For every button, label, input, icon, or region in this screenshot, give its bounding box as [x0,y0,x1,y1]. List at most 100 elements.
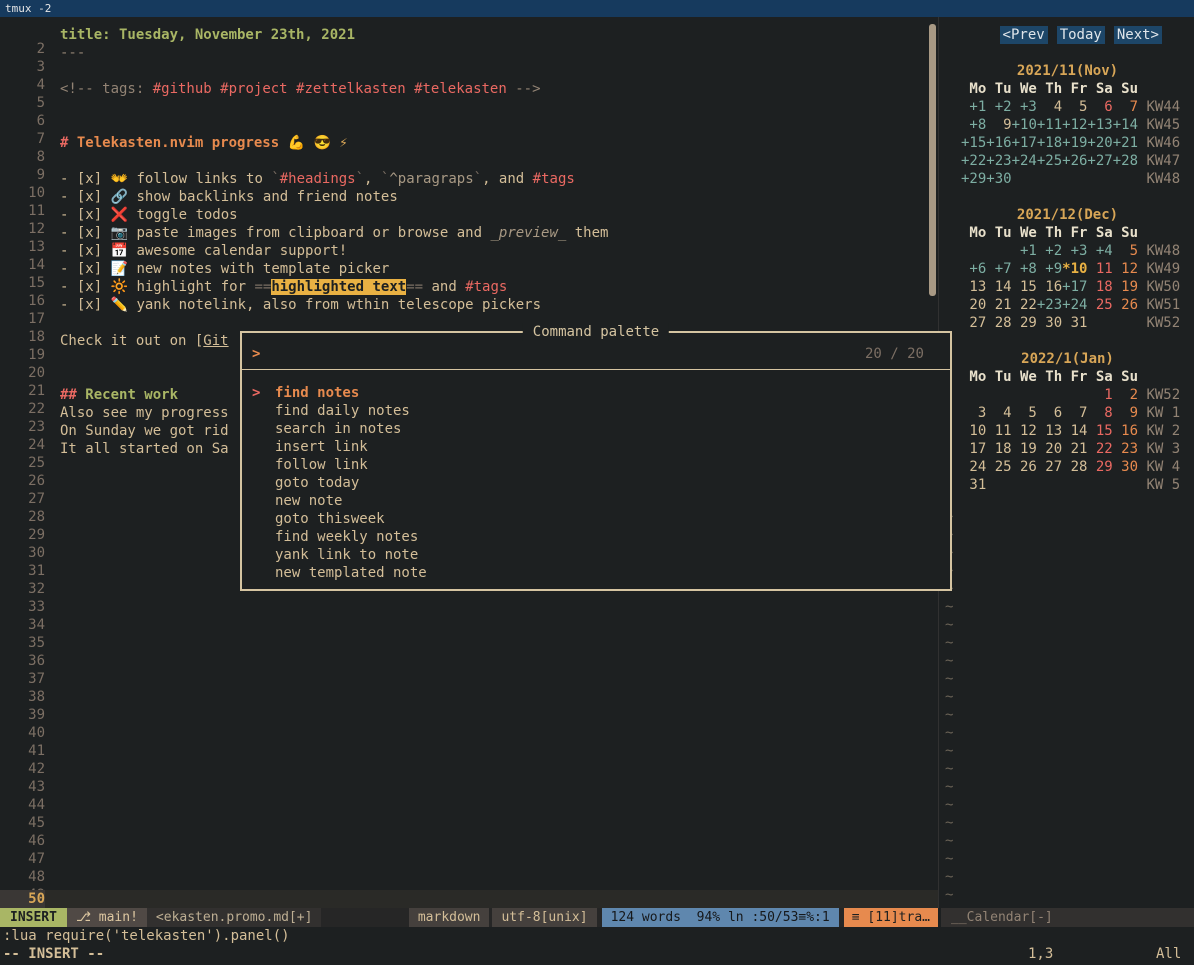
cal-days[interactable]: 19 [1113,279,1138,295]
calendar-prev-button[interactable]: <Prev [1000,26,1048,44]
editor-line[interactable]: <!-- tags: #github #project #zettelkaste… [60,80,541,98]
cal-days[interactable]: +6 +7 +8 +9 [961,261,1062,277]
cal-days[interactable]: 7 [1113,99,1138,115]
cal-days[interactable]: 24 25 26 27 28 [961,459,1087,475]
cal-days[interactable]: 17 18 19 20 21 [961,441,1087,457]
editor-line[interactable]: - [x] 📅 awesome calendar support! [60,242,347,260]
buffer-indicator[interactable]: ≡ [11]tra… [844,908,938,927]
tag[interactable]: #project [220,81,287,97]
editor-line[interactable]: - [x] 📷 paste images from clipboard or b… [60,224,608,242]
cal-days[interactable]: 5 [1113,243,1138,259]
editor-line[interactable]: - [x] ❌ toggle todos [60,206,238,224]
cal-days[interactable]: +1 +2 +3 +4 [961,243,1113,259]
cal-days[interactable]: 9 [1113,405,1138,421]
editor-line[interactable]: It all started on Sa [60,440,229,458]
calendar-week-row[interactable]: 17 18 19 20 21 22 23 KW 3 [941,440,1194,458]
cal-days[interactable]: 30 [1113,459,1138,475]
palette-item-selected[interactable]: >find notes [250,384,942,402]
cal-days[interactable]: 18 [1087,279,1112,295]
calendar-week-row[interactable]: 10 11 12 13 14 15 16 KW 2 [941,422,1194,440]
calendar-week-row[interactable]: +6 +7 +8 +9*10 11 12 KW49 [941,260,1194,278]
link-git[interactable]: Git [203,333,228,349]
cal-days[interactable]: 2 [1113,387,1138,403]
calendar-week-row[interactable]: +15+16+17+18+19+20+21 KW46 [941,134,1194,152]
calendar-week-row[interactable]: 1 2 KW52 [941,386,1194,404]
cal-days[interactable]: +10+11+12+13+14 [1012,117,1138,133]
cal-days[interactable]: +29+30 [961,171,1012,187]
cal-days[interactable]: 31 [961,477,986,493]
calendar-week-row[interactable]: +29+30 KW48 [941,170,1194,188]
palette-item[interactable]: find daily notes [250,402,942,420]
tag[interactable]: #github [153,81,212,97]
editor-line[interactable]: - [x] ✏️ yank notelink, also from wthin … [60,296,541,314]
cal-days[interactable]: 1 [961,387,1113,403]
tag[interactable]: #tags [533,171,575,187]
cal-days[interactable]: 13 14 15 16 [961,279,1062,295]
editor-line[interactable]: - [x] 🔗 show backlinks and friend notes [60,188,398,206]
palette-prompt-input[interactable]: > 20 / 20 [252,345,924,363]
cal-days[interactable]: +22+23+24+25+26+27+28 [961,153,1138,169]
cal-days[interactable]: 12 [1113,261,1138,277]
calendar-week-row[interactable]: +1 +2 +3 +4 5 KW48 [941,242,1194,260]
cal-days[interactable]: +23+24 [1037,297,1088,313]
calendar-week-row[interactable]: 20 21 22+23+24 25 26 KW51 [941,296,1194,314]
cal-days[interactable]: 3 4 5 6 7 [961,405,1087,421]
editor-line[interactable]: - [x] 🔆 highlight for ==highlighted text… [60,278,507,296]
editor-line[interactable]: On Sunday we got rid [60,422,229,440]
calendar-week-row[interactable]: +22+23+24+25+26+27+28 KW47 [941,152,1194,170]
cal-days[interactable]: 26 [1113,297,1138,313]
cal-days[interactable]: 9 [986,117,1011,133]
palette-item[interactable]: new templated note [250,564,942,582]
palette-item[interactable]: new note [250,492,942,510]
cal-days[interactable]: 27 28 29 30 31 [961,315,1087,331]
calendar-week-row[interactable]: 31 KW 5 [941,476,1194,494]
editor-line[interactable]: - [x] 📝 new notes with template picker [60,260,389,278]
palette-item[interactable]: goto today [250,474,942,492]
palette-item[interactable]: find weekly notes [250,528,942,546]
calendar-week-row[interactable]: +1 +2 +3 4 5 6 7 KW44 [941,98,1194,116]
calendar-next-button[interactable]: Next> [1114,26,1162,44]
editor-line[interactable]: --- [60,44,85,62]
editor-line[interactable]: title: Tuesday, November 23th, 2021 [60,26,355,44]
cal-days[interactable]: +15+16+17+18+19+20+21 [961,135,1138,151]
cal-days[interactable]: 15 [1087,423,1112,439]
calendar-week-row[interactable]: 13 14 15 16+17 18 19 KW50 [941,278,1194,296]
calendar-week-row[interactable]: 27 28 29 30 31 KW52 [941,314,1194,332]
tag[interactable]: #headings [280,171,356,187]
cal-days[interactable]: 8 [1087,405,1112,421]
palette-item[interactable]: search in notes [250,420,942,438]
cal-days[interactable]: 16 [1113,423,1138,439]
cal-days[interactable]: 22 [1087,441,1112,457]
cal-days[interactable]: +17 [1062,279,1087,295]
palette-item[interactable]: yank link to note [250,546,942,564]
cal-days[interactable]: 11 [1087,261,1112,277]
calendar-week-row[interactable]: +8 9+10+11+12+13+14 KW45 [941,116,1194,134]
cal-days[interactable]: 23 [1113,441,1138,457]
calendar-week-row[interactable]: 3 4 5 6 7 8 9 KW 1 [941,404,1194,422]
cal-days[interactable]: 20 21 22 [961,297,1037,313]
calendar-today-button[interactable]: Today [1057,26,1105,44]
cal-days[interactable]: +1 +2 +3 [961,99,1037,115]
cal-days[interactable]: 4 5 [1037,99,1088,115]
cal-days[interactable]: 25 [1087,297,1112,313]
palette-item[interactable]: insert link [250,438,942,456]
tag[interactable]: #telekasten [414,81,507,97]
palette-item[interactable]: follow link [250,456,942,474]
tag[interactable]: #tags [465,279,507,295]
editor-line[interactable]: Check it out on [Git [60,332,229,350]
calendar-week-row[interactable]: 24 25 26 27 28 29 30 KW 4 [941,458,1194,476]
editor-line[interactable]: Also see my progress [60,404,229,422]
tag[interactable]: #zettelkasten [296,81,406,97]
palette-item[interactable]: goto thisweek [250,510,942,528]
cursor-line[interactable]: 50 [0,890,938,908]
editor-line[interactable]: ## Recent work [60,386,178,404]
today-marker[interactable]: *10 [1062,261,1087,277]
cal-days[interactable]: 10 11 12 13 14 [961,423,1087,439]
editor-line[interactable]: # Telekasten.nvim progress 💪 😎 ⚡ [60,134,348,152]
editor-line[interactable]: - [x] 👐 follow links to `#headings`, `^p… [60,170,575,188]
cal-days[interactable]: 29 [1087,459,1112,475]
cal-days[interactable]: 6 [1087,99,1112,115]
cal-days[interactable]: +8 [961,117,986,133]
command-line[interactable]: :lua require('telekasten').panel() [3,927,290,945]
scrollbar-thumb[interactable] [929,24,936,296]
